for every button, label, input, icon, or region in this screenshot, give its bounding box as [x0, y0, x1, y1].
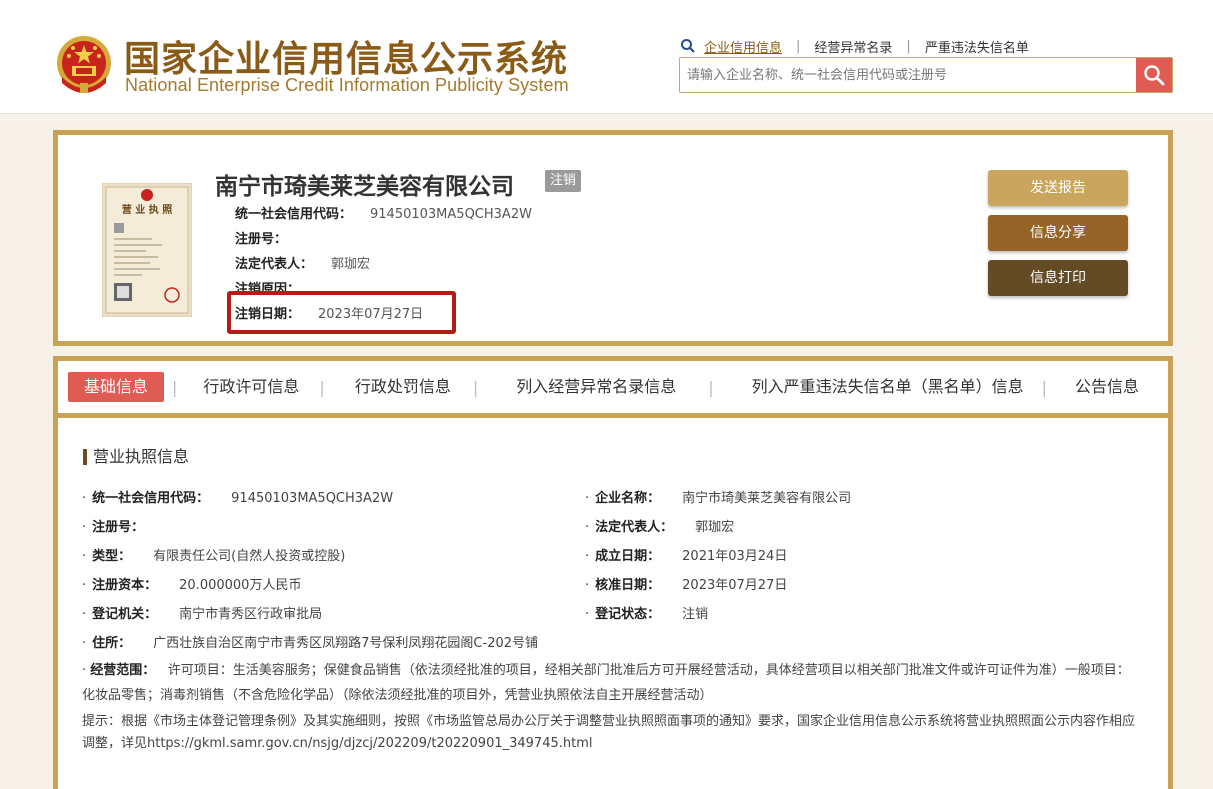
field-value: 南宁市青秀区行政审批局 — [179, 607, 323, 622]
field-value: 南宁市琦美莱芝美容有限公司 — [682, 491, 852, 506]
detail-row: · 住所： 广西壮族自治区南宁市青秀区凤翔路7号保利凤翔花园阁C-202号铺 — [82, 636, 539, 651]
status-badge: 注销 — [545, 170, 582, 192]
credit-code-field: 统一社会信用代码： 91450103MA5QCH3A2W — [235, 203, 532, 222]
field-value: 郭珈宏 — [695, 520, 735, 535]
national-emblem-icon — [57, 36, 111, 93]
tab-admin-license[interactable]: 行政许可信息 — [187, 372, 315, 402]
site-header: 国家企业信用信息公示系统 National Enterprise Credit … — [0, 0, 1213, 114]
detail-row: · 统一社会信用代码： 91450103MA5QCH3A2W — [82, 491, 394, 506]
company-summary-card: 营 业 执 照 南宁市琦美莱芝美容有限公司 注销 统一社会信用代码： 914501… — [53, 130, 1173, 346]
search-icon — [681, 39, 695, 53]
nav-abnormal-operation-list[interactable]: 经营异常名录 — [814, 37, 892, 56]
field-label: 法定代表人： — [235, 257, 314, 272]
search-input[interactable] — [680, 58, 1136, 92]
details-panel: 基础信息 | 行政许可信息 | 行政处罚信息 | 列入经营异常名录信息 | 列入… — [53, 356, 1173, 789]
tab-admin-penalty[interactable]: 行政处罚信息 — [339, 372, 467, 402]
tab-divider: | — [708, 377, 714, 397]
field-label: 法定代表人： — [595, 520, 674, 535]
detail-row: · 登记机关： 南宁市青秀区行政审批局 — [82, 607, 323, 622]
field-value: 郭珈宏 — [331, 257, 371, 272]
registration-number-field: 注册号： — [235, 228, 305, 247]
field-label: 统一社会信用代码： — [92, 491, 210, 506]
field-label: 类型： — [92, 549, 132, 564]
top-nav: 企业信用信息 | 经营异常名录 | 严重违法失信名单 — [680, 37, 1029, 56]
field-value: 2023年07月27日 — [682, 578, 788, 593]
field-label: 注册号： — [235, 232, 288, 247]
highlight-annotation — [227, 291, 456, 334]
detail-row: · 注册资本： 20.000000万人民币 — [82, 578, 302, 593]
field-value: 91450103MA5QCH3A2W — [370, 207, 532, 222]
search-button[interactable] — [1136, 58, 1172, 92]
tab-basic-info[interactable]: 基础信息 — [68, 372, 165, 402]
search-bar — [679, 57, 1173, 93]
section-title: 营业执照信息 — [83, 449, 189, 465]
field-label: 成立日期： — [595, 549, 661, 564]
field-value: 注销 — [682, 607, 709, 622]
tab-blacklist[interactable]: 列入严重违法失信名单（黑名单）信息 — [736, 372, 1040, 402]
field-label: 企业名称： — [595, 491, 661, 506]
field-label: 注册资本： — [92, 578, 158, 593]
svg-text:营 业 执 照: 营 业 执 照 — [122, 203, 172, 216]
legal-representative-field: 法定代表人： 郭珈宏 — [235, 253, 370, 272]
detail-row: · 类型： 有限责任公司(自然人投资或控股) — [82, 549, 346, 564]
detail-row: · 法定代表人： 郭珈宏 — [585, 520, 735, 535]
detail-row: · 核准日期： 2023年07月27日 — [585, 578, 788, 593]
field-label: 注册号： — [92, 520, 145, 535]
detail-row: · 成立日期： 2021年03月24日 — [585, 549, 788, 564]
field-value: 2021年03月24日 — [682, 549, 788, 564]
tab-announcements[interactable]: 公告信息 — [1059, 372, 1155, 402]
detail-row: · 企业名称： 南宁市琦美莱芝美容有限公司 — [585, 491, 852, 506]
business-license-thumbnail: 营 业 执 照 — [102, 183, 192, 317]
field-label: 核准日期： — [595, 578, 661, 593]
tab-divider: | — [319, 377, 325, 397]
nav-divider: | — [906, 38, 911, 54]
tab-divider: | — [1041, 377, 1048, 397]
field-label: 登记机关： — [92, 607, 158, 622]
detail-row: · 登记状态： 注销 — [585, 607, 709, 622]
site-title-en: National Enterprise Credit Information P… — [125, 75, 569, 95]
tab-bar: 基础信息 | 行政许可信息 | 行政处罚信息 | 列入经营异常名录信息 | 列入… — [58, 361, 1168, 418]
tab-divider: | — [172, 377, 178, 397]
field-value: 有限责任公司(自然人投资或控股) — [153, 549, 346, 564]
field-label: 统一社会信用代码： — [235, 207, 353, 222]
share-info-button[interactable]: 信息分享 — [988, 215, 1128, 251]
field-value: 许可项目：生活美容服务；保健食品销售（依法须经批准的项目，经相关部门批准后方可开… — [82, 663, 1130, 703]
tab-divider: | — [472, 377, 479, 397]
field-label: 登记状态： — [595, 607, 661, 622]
field-value: 91450103MA5QCH3A2W — [231, 491, 394, 506]
tab-abnormal-list[interactable]: 列入经营异常名录信息 — [500, 372, 692, 402]
nav-divider: | — [796, 38, 801, 54]
company-name: 南宁市琦美莱芝美容有限公司 — [215, 174, 514, 200]
field-value: 20.000000万人民币 — [179, 578, 302, 593]
business-scope: · 经营范围： 许可项目：生活美容服务；保健食品销售（依法须经批准的项目，经相关… — [82, 663, 1130, 703]
print-info-button[interactable]: 信息打印 — [988, 260, 1128, 296]
search-icon — [1144, 65, 1165, 86]
field-label: 住所： — [92, 636, 132, 651]
detail-row: · 注册号： — [82, 520, 145, 535]
notice-text: 提示：根据《市场主体登记管理条例》及其实施细则，按照《市场监管总局办公厅关于调整… — [82, 714, 1136, 751]
nav-serious-violation-list[interactable]: 严重违法失信名单 — [925, 37, 1029, 56]
field-value: 广西壮族自治区南宁市青秀区凤翔路7号保利凤翔花园阁C-202号铺 — [153, 636, 539, 651]
nav-enterprise-credit-info[interactable]: 企业信用信息 — [704, 37, 782, 56]
field-label: 经营范围： — [90, 663, 156, 678]
send-report-button[interactable]: 发送报告 — [988, 170, 1128, 206]
